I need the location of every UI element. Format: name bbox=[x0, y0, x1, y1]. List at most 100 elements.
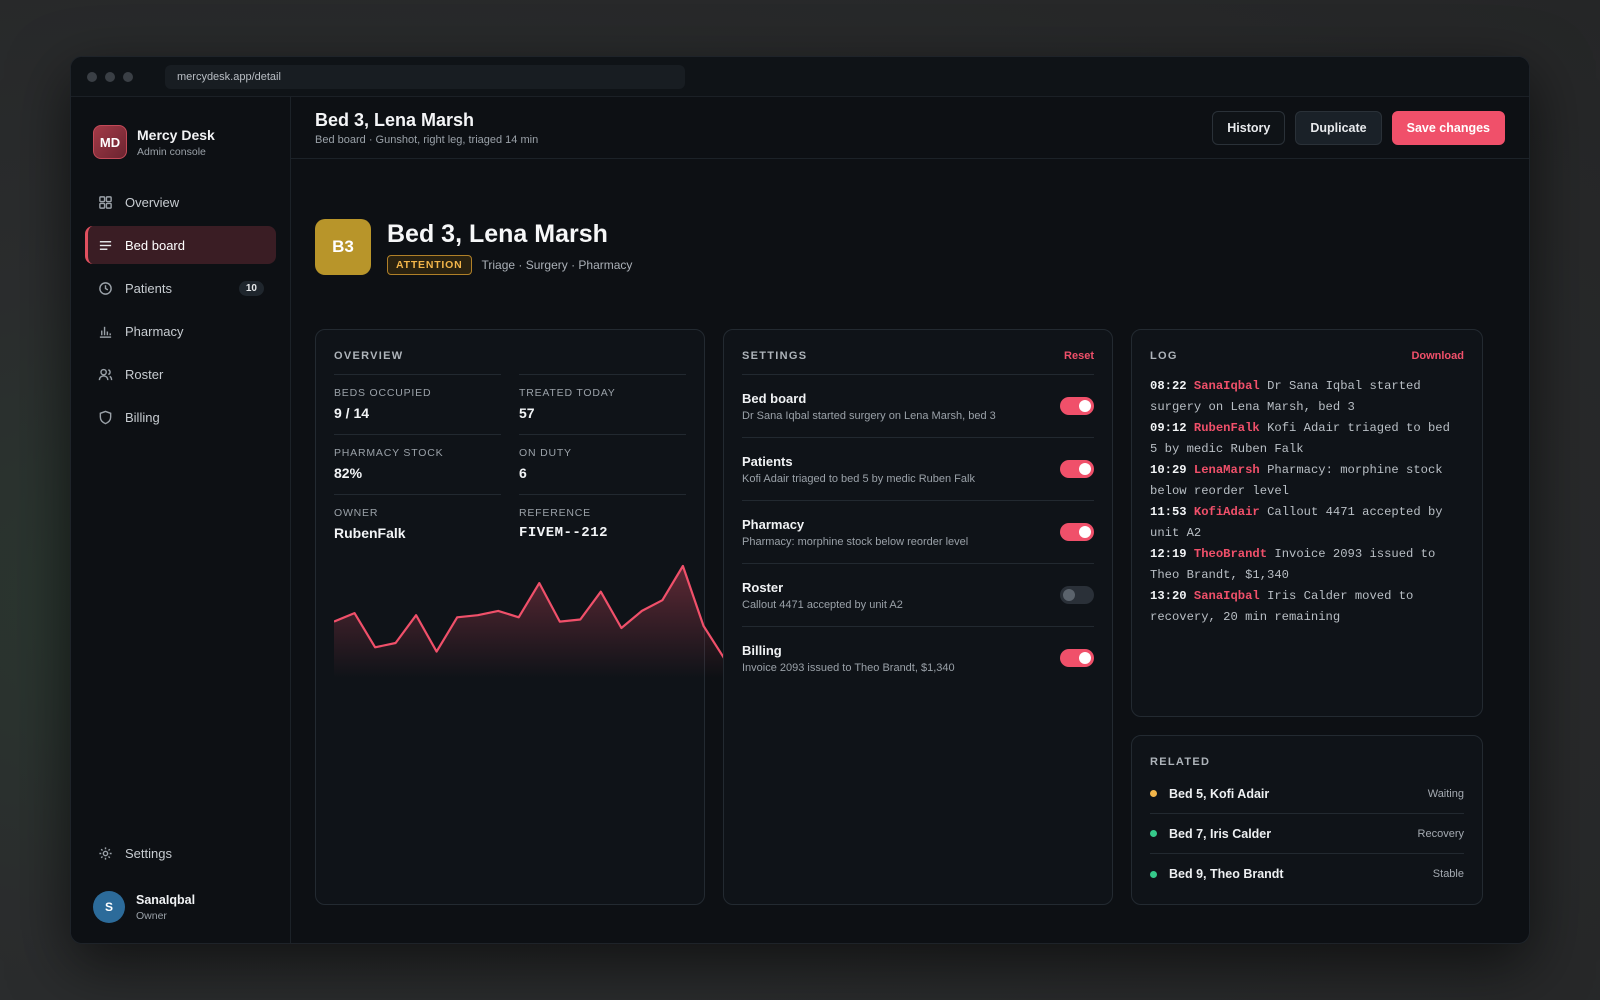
setting-row-billing: Billing Invoice 2093 issued to Theo Bran… bbox=[742, 626, 1094, 689]
sidebar-item-billing[interactable]: Billing bbox=[85, 398, 276, 436]
stat-label: PHARMACY STOCK bbox=[334, 447, 444, 459]
log-time: 11:53 bbox=[1150, 505, 1187, 519]
stat-label: ON DUTY bbox=[519, 447, 572, 459]
stat-label: OWNER bbox=[334, 507, 379, 519]
gear-icon bbox=[97, 845, 113, 861]
billing-toggle[interactable] bbox=[1060, 649, 1094, 667]
sparkline-area bbox=[334, 566, 724, 678]
related-status: Recovery bbox=[1417, 827, 1464, 840]
related-item[interactable]: Bed 9, Theo Brandt Stable bbox=[1150, 854, 1464, 894]
log-entry: 11:53 KofiAdair Callout 4471 accepted by… bbox=[1150, 502, 1464, 544]
sidebar-item-patients[interactable]: Patients 10 bbox=[85, 269, 276, 307]
sidebar-item-settings[interactable]: Settings bbox=[85, 834, 276, 872]
overview-card: OVERVIEW BEDS OCCUPIED 9 / 14 TREATED TO… bbox=[315, 329, 724, 905]
sidebar-item-overview[interactable]: Overview bbox=[85, 183, 276, 221]
stat-reference: REFERENCE FIVEM--212 bbox=[519, 494, 686, 554]
log-entry: 10:29 LenaMarsh Pharmacy: morphine stock… bbox=[1150, 460, 1464, 502]
sidebar-item-roster[interactable]: Roster bbox=[85, 355, 276, 393]
log-title: LOG bbox=[1150, 350, 1178, 362]
sidebar-item-label: Patients bbox=[125, 280, 172, 296]
stat-value: 82% bbox=[334, 465, 363, 481]
setting-desc: Invoice 2093 issued to Theo Brandt, $1,3… bbox=[742, 661, 955, 674]
save-button[interactable]: Save changes bbox=[1391, 110, 1505, 145]
stat-owner: OWNER RubenFalk bbox=[334, 494, 501, 554]
log-user: KofiAdair bbox=[1193, 505, 1260, 519]
window-close-dot[interactable] bbox=[87, 71, 97, 82]
shield-icon bbox=[97, 409, 113, 425]
sidebar-item-label: Settings bbox=[125, 845, 172, 861]
user-name: SanaIqbal bbox=[136, 892, 196, 907]
brand-subtitle: Admin console bbox=[137, 145, 206, 158]
stat-value: FIVEM--212 bbox=[519, 525, 609, 541]
activity-sparkline bbox=[334, 564, 724, 678]
related-item[interactable]: Bed 5, Kofi Adair Waiting bbox=[1150, 774, 1464, 814]
window-maximize-dot[interactable] bbox=[123, 71, 133, 82]
pharmacy-toggle[interactable] bbox=[1060, 523, 1094, 541]
sidebar-item-label: Pharmacy bbox=[125, 323, 184, 339]
main-content: Bed 3, Lena Marsh Bed board · Gunshot, r… bbox=[291, 97, 1529, 943]
breadcrumb: Bed board · Gunshot, right leg, triaged … bbox=[315, 133, 539, 146]
log-text: Invoice 2093 issued to Theo Brandt, $1,3… bbox=[1150, 547, 1436, 582]
setting-row-patients: Patients Kofi Adair triaged to bed 5 by … bbox=[742, 437, 1094, 500]
user-profile[interactable]: S SanaIqbal Owner bbox=[93, 891, 195, 923]
setting-name: Roster bbox=[742, 579, 784, 595]
setting-desc: Callout 4471 accepted by unit A2 bbox=[742, 598, 903, 611]
sidebar-item-label: Roster bbox=[125, 366, 164, 382]
related-name: Bed 5, Kofi Adair bbox=[1169, 786, 1270, 801]
sidebar-settings: Settings bbox=[85, 834, 276, 877]
stat-pharmacy-stock: PHARMACY STOCK 82% bbox=[334, 434, 501, 494]
patients-toggle[interactable] bbox=[1060, 460, 1094, 478]
status-dot bbox=[1150, 870, 1157, 878]
browser-titlebar: mercydesk.app/detail bbox=[71, 57, 1529, 97]
stat-value: 6 bbox=[519, 465, 527, 481]
stat-value: 57 bbox=[519, 405, 535, 421]
reset-link[interactable]: Reset bbox=[1064, 350, 1094, 362]
overview-title: OVERVIEW bbox=[334, 350, 404, 362]
setting-name: Bed board bbox=[742, 390, 807, 406]
page-title: Bed 3, Lena Marsh bbox=[315, 109, 475, 130]
brand-name: Mercy Desk bbox=[137, 126, 215, 143]
stat-label: REFERENCE bbox=[519, 507, 591, 519]
related-name: Bed 9, Theo Brandt bbox=[1169, 867, 1284, 881]
related-status: Stable bbox=[1432, 868, 1464, 880]
url-bar[interactable]: mercydesk.app/detail bbox=[165, 64, 685, 89]
brand-logo: MD bbox=[93, 125, 127, 159]
log-user: RubenFalk bbox=[1193, 421, 1260, 435]
settings-title: SETTINGS bbox=[742, 350, 808, 362]
stat-value: RubenFalk bbox=[334, 525, 406, 541]
related-title: RELATED bbox=[1150, 756, 1211, 768]
list-icon bbox=[97, 237, 113, 253]
log-user: TheoBrandt bbox=[1193, 547, 1268, 561]
grid-icon bbox=[97, 194, 113, 210]
download-link[interactable]: Download bbox=[1411, 350, 1464, 362]
setting-name: Patients bbox=[742, 453, 793, 469]
related-card: RELATED Bed 5, Kofi Adair Waiting Bed 7,… bbox=[1131, 735, 1483, 905]
stat-label: BEDS OCCUPIED bbox=[334, 387, 432, 399]
setting-row-pharmacy: Pharmacy Pharmacy: morphine stock below … bbox=[742, 500, 1094, 563]
sidebar-item-pharmacy[interactable]: Pharmacy bbox=[85, 312, 276, 350]
log-time: 13:20 bbox=[1150, 589, 1187, 603]
log-text: Iris Calder moved to recovery, 20 min re… bbox=[1150, 589, 1414, 624]
users-icon bbox=[97, 366, 113, 382]
window-minimize-dot[interactable] bbox=[105, 71, 115, 82]
page-header: Bed 3, Lena Marsh Bed board · Gunshot, r… bbox=[291, 97, 1529, 159]
sidebar: MD Mercy Desk Admin console Overview Bed… bbox=[71, 97, 291, 943]
record-tags: Triage · Surgery · Pharmacy bbox=[481, 257, 633, 272]
settings-card: SETTINGS Reset Bed board Dr Sana Iqbal s… bbox=[723, 329, 1113, 905]
setting-desc: Dr Sana Iqbal started surgery on Lena Ma… bbox=[742, 409, 996, 422]
bed-board-toggle[interactable] bbox=[1060, 397, 1094, 415]
log-time: 09:12 bbox=[1150, 421, 1187, 435]
roster-toggle[interactable] bbox=[1060, 586, 1094, 604]
sidebar-item-bed-board[interactable]: Bed board bbox=[85, 226, 276, 264]
duplicate-button[interactable]: Duplicate bbox=[1295, 110, 1382, 145]
related-name: Bed 7, Iris Calder bbox=[1169, 826, 1272, 841]
stat-on-duty: ON DUTY 6 bbox=[519, 434, 686, 494]
log-entry: 09:12 RubenFalk Kofi Adair triaged to be… bbox=[1150, 418, 1464, 460]
log-time: 08:22 bbox=[1150, 379, 1187, 393]
log-entry: 12:19 TheoBrandt Invoice 2093 issued to … bbox=[1150, 544, 1464, 586]
log-user: SanaIqbal bbox=[1193, 589, 1260, 603]
history-button[interactable]: History bbox=[1212, 110, 1286, 145]
log-time: 12:19 bbox=[1150, 547, 1187, 561]
log-card: LOG Download 08:22 SanaIqbal Dr Sana Iqb… bbox=[1131, 329, 1483, 717]
related-item[interactable]: Bed 7, Iris Calder Recovery bbox=[1150, 814, 1464, 854]
